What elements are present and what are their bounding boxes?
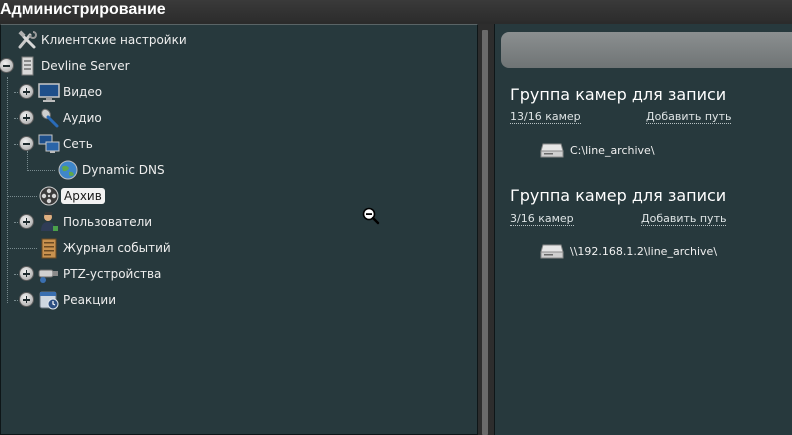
expand-toggle-users[interactable] <box>19 214 34 229</box>
tree-item-network[interactable]: Сеть <box>38 133 93 155</box>
tree-item-video[interactable]: Видео <box>38 81 102 103</box>
tree-label: Архив <box>61 188 105 204</box>
zoom-out-cursor-icon <box>362 207 380 225</box>
tree-item-reactions[interactable]: Реакции <box>38 289 116 311</box>
collapse-toggle-server[interactable] <box>0 58 14 73</box>
hard-drive-icon <box>540 143 564 158</box>
tree-label: PTZ-устройства <box>63 267 162 281</box>
globe-icon <box>58 160 78 180</box>
tree-item-ptz[interactable]: PTZ-устройства <box>38 263 161 285</box>
title-bar: Администрирование <box>0 0 792 22</box>
archive-toolbar <box>501 32 792 68</box>
tree-label: Аудио <box>63 111 102 125</box>
tree-label: Dynamic DNS <box>82 163 165 177</box>
monitor-icon <box>38 83 60 102</box>
tree-item-dynamic-dns[interactable]: Dynamic DNS <box>57 159 165 181</box>
expand-toggle-reactions[interactable] <box>19 292 34 307</box>
tree-line <box>7 77 8 303</box>
tree-item-users[interactable]: Пользователи <box>38 211 152 233</box>
microphone-icon <box>41 108 59 128</box>
splitter-handle[interactable] <box>482 30 488 435</box>
tools-icon <box>18 30 37 49</box>
archive-path: \\192.168.1.2\line_archive\ <box>570 244 718 258</box>
expand-toggle-video[interactable] <box>19 84 34 99</box>
hard-drive-icon <box>540 244 564 259</box>
tree-label: Видео <box>63 85 103 99</box>
camera-count-link[interactable]: 13/16 камер <box>510 111 581 124</box>
expand-toggle-ptz[interactable] <box>19 266 34 281</box>
tree-label: Сеть <box>63 137 93 151</box>
camera-count-link[interactable]: 3/16 камер <box>510 213 574 226</box>
tree-label: Журнал событий <box>63 241 171 255</box>
tree-item-client-settings[interactable]: Клиентские настройки <box>16 29 187 51</box>
panel-splitter[interactable] <box>478 24 494 435</box>
user-icon <box>41 212 58 231</box>
tree-label: Devline Server <box>41 59 130 73</box>
archive-details-panel: Группа камер для записи 13/16 камер Доба… <box>494 24 792 435</box>
expand-toggle-audio[interactable] <box>19 110 34 125</box>
log-book-icon <box>41 238 57 259</box>
tree-label: Реакции <box>63 293 116 307</box>
ptz-camera-icon <box>38 269 58 283</box>
archive-path-row[interactable]: \\192.168.1.2\line_archive\ <box>540 243 717 259</box>
tree-line <box>7 248 37 249</box>
film-reel-icon <box>39 186 59 206</box>
archive-path: C:\line_archive\ <box>570 143 655 157</box>
tree-item-audio[interactable]: Аудио <box>38 107 102 129</box>
settings-tree-panel: Клиентские настройки Devline Server Виде… <box>0 24 478 435</box>
tree-line <box>7 196 37 197</box>
collapse-toggle-network[interactable] <box>19 136 34 151</box>
camera-group-title: Группа камер для записи <box>510 186 727 205</box>
tree-item-archive[interactable]: Архив <box>38 185 105 207</box>
archive-path-row[interactable]: C:\line_archive\ <box>540 142 655 158</box>
tree-line <box>27 170 55 171</box>
add-path-link[interactable]: Добавить путь <box>646 111 732 124</box>
tree-label: Пользователи <box>63 215 153 229</box>
reactions-icon <box>39 291 59 310</box>
server-icon <box>21 56 34 76</box>
tree-label: Клиентские настройки <box>41 33 187 47</box>
add-path-link[interactable]: Добавить путь <box>641 213 727 226</box>
tree-item-event-log[interactable]: Журнал событий <box>38 237 171 259</box>
window-title: Администрирование <box>0 1 166 18</box>
camera-group-title: Группа камер для записи <box>510 85 727 104</box>
tree-item-devline-server[interactable]: Devline Server <box>16 55 130 77</box>
tree-line <box>27 151 28 171</box>
network-icon <box>38 134 60 153</box>
